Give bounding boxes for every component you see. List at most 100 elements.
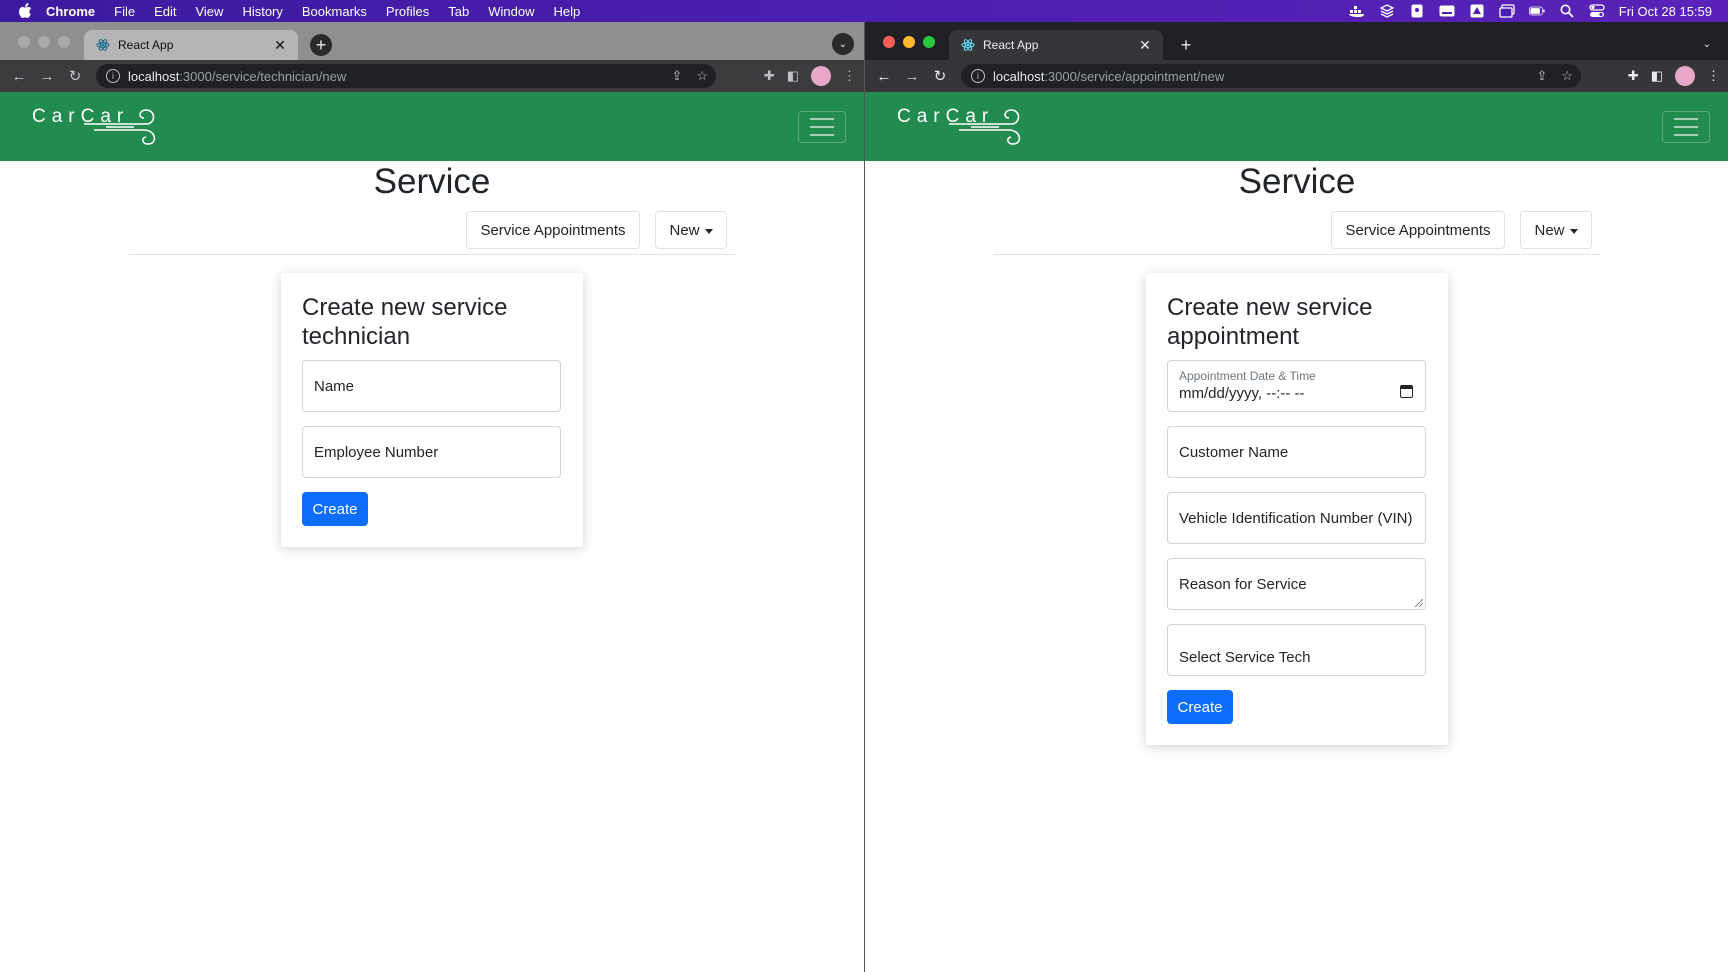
menu-window[interactable]: Window (488, 4, 534, 19)
forward-arrow-icon[interactable]: → (33, 62, 61, 90)
address-bar-actions: ⇪ ☆ (1536, 64, 1573, 88)
new-tab-button[interactable]: + (1175, 34, 1197, 56)
zoom-window-button[interactable] (923, 36, 935, 48)
tab-strip: React App ✕ + ⌄ (865, 22, 1728, 60)
service-tech-selected: Select Service Tech (1179, 649, 1311, 666)
new-dropdown-label: New (669, 221, 700, 239)
layers-icon[interactable] (1379, 4, 1395, 18)
wind-swirl-icon (949, 109, 1021, 145)
windows-icon[interactable] (1499, 4, 1515, 18)
more-menu-icon[interactable]: ⋮ (1707, 68, 1720, 84)
menu-profiles[interactable]: Profiles (386, 4, 429, 19)
create-technician-form: Create new service technician Name Emplo… (281, 273, 583, 547)
menubar-status-area: Fri Oct 28 15:59 (1348, 0, 1712, 22)
share-icon[interactable]: ⇪ (671, 68, 682, 84)
resize-handle-icon[interactable] (1415, 599, 1423, 607)
close-tab-icon[interactable]: ✕ (1137, 37, 1153, 54)
profile-avatar[interactable] (1675, 66, 1695, 86)
navbar-toggle-button[interactable] (798, 111, 846, 143)
close-window-button[interactable] (18, 36, 30, 48)
service-tech-select[interactable]: Select Service Tech (1167, 624, 1426, 676)
bookmark-star-icon[interactable]: ☆ (696, 68, 708, 84)
close-window-button[interactable] (883, 36, 895, 48)
service-subnav: Service Appointments New (994, 211, 1600, 255)
menu-help[interactable]: Help (554, 4, 581, 19)
reload-icon[interactable]: ↻ (61, 62, 89, 90)
carcar-logo[interactable]: CarCar (32, 104, 156, 146)
minimize-window-button[interactable] (38, 36, 50, 48)
menu-edit[interactable]: Edit (154, 4, 176, 19)
tab-search-button[interactable]: ⌄ (832, 33, 854, 55)
reason-textarea[interactable]: Reason for Service (1167, 558, 1426, 610)
site-info-icon[interactable]: i (106, 69, 120, 83)
more-menu-icon[interactable]: ⋮ (843, 68, 856, 84)
datetime-value: mm/dd/yyyy, --:-- -- (1179, 385, 1305, 402)
page-content: Service Service Appointments New Create … (0, 161, 864, 972)
menu-tab[interactable]: Tab (448, 4, 469, 19)
keyboard-icon[interactable] (1439, 4, 1455, 18)
address-bar[interactable]: i localhost:3000/service/appointment/new… (961, 64, 1581, 88)
new-dropdown-button[interactable]: New (1520, 211, 1592, 249)
profile-avatar[interactable] (811, 66, 831, 86)
create-button[interactable]: Create (302, 492, 368, 526)
macos-menubar: Chrome File Edit View History Bookmarks … (0, 0, 1728, 22)
reload-icon[interactable]: ↻ (926, 62, 954, 90)
drive-icon[interactable] (1469, 4, 1485, 18)
docker-icon[interactable] (1348, 4, 1365, 18)
navbar-toggle-button[interactable] (1662, 111, 1710, 143)
create-button[interactable]: Create (1167, 690, 1233, 724)
minimize-window-button[interactable] (903, 36, 915, 48)
extensions-icon[interactable]: ✚ (1628, 68, 1639, 84)
share-icon[interactable]: ⇪ (1536, 68, 1547, 84)
search-icon[interactable] (1559, 4, 1575, 18)
menubar-clock[interactable]: Fri Oct 28 15:59 (1619, 4, 1712, 19)
back-arrow-icon[interactable]: ← (5, 62, 33, 90)
tab-strip: React App ✕ + ⌄ (0, 22, 864, 60)
bookmark-star-icon[interactable]: ☆ (1561, 68, 1573, 84)
contacts-icon[interactable] (1409, 4, 1425, 18)
menu-bookmarks[interactable]: Bookmarks (302, 4, 367, 19)
caret-down-icon (704, 228, 713, 234)
app-navbar: CarCar (0, 92, 864, 161)
menu-app-chrome[interactable]: Chrome (46, 4, 95, 19)
browser-toolbar: ← → ↻ i localhost:3000/service/appointme… (865, 60, 1728, 92)
forward-arrow-icon[interactable]: → (898, 62, 926, 90)
service-appointments-button[interactable]: Service Appointments (1331, 211, 1505, 249)
tab-search-button[interactable]: ⌄ (1696, 33, 1718, 55)
name-input[interactable]: Name (302, 360, 561, 412)
browser-tab[interactable]: React App ✕ (84, 30, 298, 60)
page-content: Service Service Appointments New Create … (865, 161, 1728, 972)
form-heading: Create new service technician (302, 294, 508, 350)
menu-view[interactable]: View (195, 4, 223, 19)
back-arrow-icon[interactable]: ← (870, 62, 898, 90)
address-url[interactable]: localhost:3000/service/appointment/new (993, 69, 1224, 84)
appointment-datetime-input[interactable]: Appointment Date & Time mm/dd/yyyy, --:-… (1167, 360, 1426, 412)
site-info-icon[interactable]: i (971, 69, 985, 83)
browser-tab[interactable]: React App ✕ (949, 30, 1163, 60)
carcar-logo[interactable]: CarCar (897, 104, 1021, 146)
react-icon (961, 38, 975, 52)
service-subnav: Service Appointments New (129, 211, 735, 255)
address-bar[interactable]: i localhost:3000/service/technician/new … (96, 64, 716, 88)
address-url[interactable]: localhost:3000/service/technician/new (128, 69, 346, 84)
apple-icon[interactable] (18, 3, 32, 19)
calendar-icon[interactable] (1400, 385, 1413, 398)
extensions-icon[interactable]: ✚ (764, 68, 775, 84)
new-dropdown-button[interactable]: New (655, 211, 727, 249)
menu-file[interactable]: File (114, 4, 135, 19)
side-panel-icon[interactable]: ◧ (787, 68, 799, 84)
zoom-window-button[interactable] (58, 36, 70, 48)
new-tab-button[interactable]: + (310, 34, 332, 56)
menu-history[interactable]: History (242, 4, 282, 19)
close-tab-icon[interactable]: ✕ (272, 37, 288, 54)
side-panel-icon[interactable]: ◧ (1651, 68, 1663, 84)
battery-icon[interactable] (1528, 4, 1545, 18)
control-center-icon[interactable] (1589, 4, 1605, 18)
customer-name-input[interactable]: Customer Name (1167, 426, 1426, 478)
employee-number-input[interactable]: Employee Number (302, 426, 561, 478)
browser-window-left: React App ✕ + ⌄ ← → ↻ i localhost:3000/s… (0, 22, 864, 972)
vin-input[interactable]: Vehicle Identification Number (VIN) (1167, 492, 1426, 544)
service-appointments-button[interactable]: Service Appointments (466, 211, 640, 249)
caret-down-icon (1569, 228, 1578, 234)
browser-window-right: React App ✕ + ⌄ ← → ↻ i localhost:3000/s… (864, 22, 1728, 972)
